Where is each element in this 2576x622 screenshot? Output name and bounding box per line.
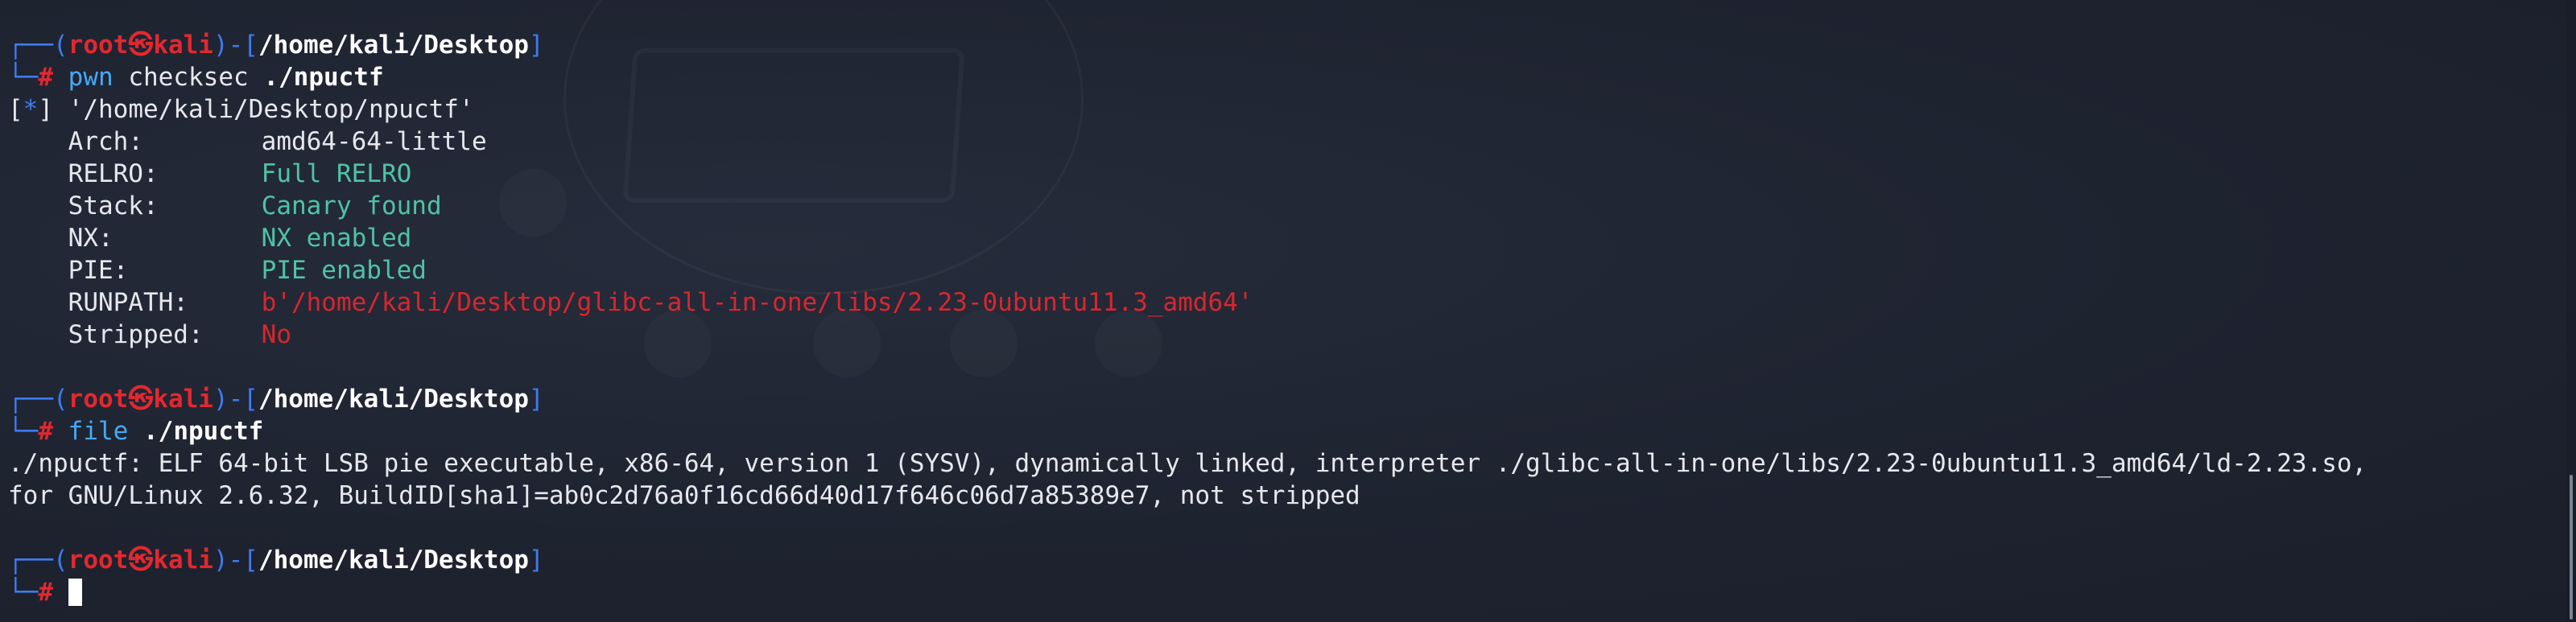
prompt-command-line: └─# pwn checksec ./npuctf (8, 61, 2560, 93)
file-output-line: ./npuctf: ELF 64-bit LSB pie executable,… (8, 449, 2368, 478)
checksec-field-row: RELRO: Full RELRO (8, 158, 2560, 190)
prompt-at-icon: ㉿ (128, 385, 154, 414)
prompt-cwd: /home/kali/Desktop (258, 546, 529, 575)
prompt-frame: └─ (8, 63, 39, 92)
file-output-line: for GNU/Linux 2.6.32, BuildID[sha1]=ab0c… (8, 481, 1360, 510)
checksec-field-key: Arch: (68, 127, 143, 156)
checksec-field-value: No (261, 320, 291, 349)
prompt-frame: └─ (8, 578, 39, 607)
scrollbar-thumb[interactable] (2570, 475, 2573, 620)
checksec-field-row: PIE: PIE enabled (8, 254, 2560, 286)
info-marker-close: ] (38, 95, 54, 124)
prompt-frame: )-[ (213, 546, 258, 575)
prompt-frame: └─ (8, 417, 39, 446)
checksec-field-row: Stripped: No (8, 319, 2560, 351)
checksec-field-key: PIE: (68, 256, 129, 285)
checksec-field-key: RELRO: (68, 159, 159, 188)
checksec-info-line: [*] '/home/kali/Desktop/npuctf' (8, 93, 2560, 126)
text-cursor[interactable] (68, 578, 82, 606)
prompt-host: kali (153, 385, 213, 414)
checksec-field-value: b'/home/kali/Desktop/glibc-all-in-one/li… (261, 288, 1253, 317)
checksec-field-key: RUNPATH: (68, 288, 188, 317)
prompt-at-icon: ㉿ (128, 546, 154, 575)
prompt-user: root (68, 385, 129, 414)
checksec-field-key: Stripped: (68, 320, 204, 349)
scrollbar[interactable] (2566, 0, 2576, 622)
command-args: checksec (128, 63, 249, 92)
checksec-field-value: Canary found (261, 192, 442, 220)
prompt-frame: )-[ (213, 31, 258, 60)
command-target: ./npuctf (263, 63, 384, 92)
checksec-field-value: PIE enabled (261, 256, 427, 285)
checksec-field-row: Stack: Canary found (8, 190, 2560, 222)
prompt-char: # (38, 63, 53, 92)
prompt-frame: )-[ (213, 385, 258, 414)
command-name: file (68, 417, 129, 446)
command-target: ./npuctf (143, 417, 264, 446)
checksec-field-key: NX: (68, 224, 114, 253)
prompt-header-line: ┌──(root㉿kali)-[/home/kali/Desktop] (8, 544, 2560, 576)
info-path: '/home/kali/Desktop/npuctf' (68, 95, 474, 124)
prompt-frame: ] (528, 546, 544, 575)
prompt-at-icon: ㉿ (128, 31, 154, 60)
prompt-command-line: └─# file ./npuctf (8, 415, 2560, 447)
prompt-cwd: /home/kali/Desktop (258, 31, 529, 60)
prompt-host: kali (153, 546, 213, 575)
prompt-char: # (38, 417, 53, 446)
info-star-icon: * (23, 95, 39, 124)
terminal-window[interactable]: ┌──(root㉿kali)-[/home/kali/Desktop] └─# … (0, 0, 2576, 622)
prompt-user: root (68, 31, 129, 60)
prompt-char: # (38, 578, 53, 607)
checksec-field-row: Arch: amd64-64-little (8, 126, 2560, 158)
info-marker-open: [ (8, 95, 23, 124)
prompt-cwd: /home/kali/Desktop (258, 385, 529, 414)
checksec-field-value: Full RELRO (261, 159, 412, 188)
prompt-header-line: ┌──(root㉿kali)-[/home/kali/Desktop] (8, 383, 2560, 415)
checksec-field-value: NX enabled (261, 224, 412, 253)
command-name: pwn (68, 63, 114, 92)
prompt-frame: ] (528, 385, 544, 414)
checksec-field-value: amd64-64-little (261, 127, 487, 156)
prompt-frame: ] (528, 31, 544, 60)
checksec-field-row: NX: NX enabled (8, 222, 2560, 254)
prompt-frame: ┌──( (8, 546, 68, 575)
prompt-frame: ┌──( (8, 31, 68, 60)
prompt-host: kali (153, 31, 213, 60)
prompt-header-line: ┌──(root㉿kali)-[/home/kali/Desktop] (8, 29, 2560, 61)
checksec-fields: Arch: amd64-64-little RELRO: Full RELRO St… (8, 126, 2560, 351)
prompt-frame: ┌──( (8, 385, 68, 414)
prompt-input-line[interactable]: └─# (8, 576, 2560, 608)
checksec-field-row: RUNPATH: b'/home/kali/Desktop/glibc-all-i… (8, 286, 2560, 319)
checksec-field-key: Stack: (68, 192, 159, 220)
prompt-user: root (68, 546, 129, 575)
terminal-output: ┌──(root㉿kali)-[/home/kali/Desktop] └─# … (8, 29, 2560, 608)
